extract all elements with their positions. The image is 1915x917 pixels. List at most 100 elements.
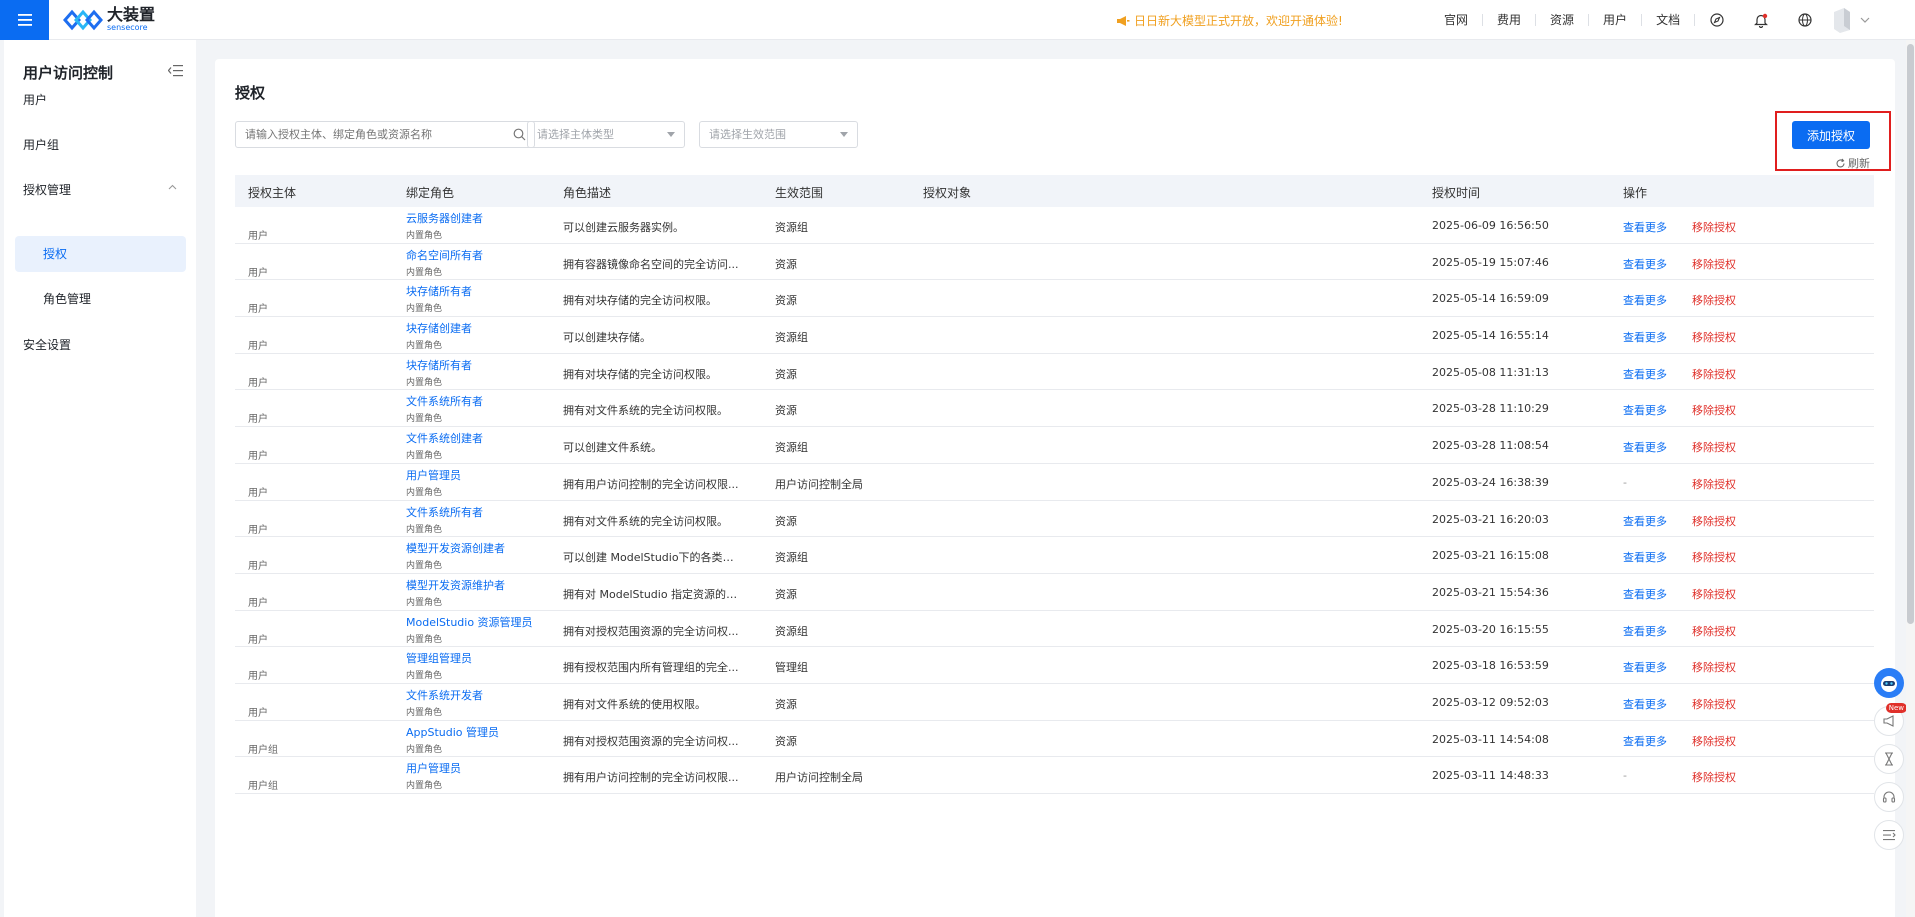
row-role-link[interactable]: 文件系统创建者 bbox=[406, 430, 483, 446]
collapse-sidebar-icon[interactable] bbox=[168, 64, 183, 77]
view-more-link[interactable]: 查看更多 bbox=[1623, 659, 1667, 675]
user-menu[interactable] bbox=[1830, 6, 1870, 34]
table-row: 用户 文件系统所有者 内置角色 拥有对文件系统的完全访问权限。 资源 2025-03-21… bbox=[235, 501, 1874, 538]
row-role-link[interactable]: 云服务器创建者 bbox=[406, 210, 483, 226]
row-role-link[interactable]: 用户管理员 bbox=[406, 760, 461, 776]
compass-button[interactable] bbox=[1695, 13, 1739, 27]
row-role-type: 内置角色 bbox=[406, 231, 443, 241]
sidebar-item-security[interactable]: 安全设置 bbox=[23, 336, 71, 353]
scope-select[interactable]: 请选择生效范围 bbox=[699, 121, 858, 148]
sidebar: 用户访问控制 用户 用户组 授权管理 授权 角色管理 安全设置 bbox=[4, 40, 196, 917]
row-role-link[interactable]: 用户管理员 bbox=[406, 467, 461, 483]
header-desc: 角色描述 bbox=[563, 186, 612, 200]
remove-authorization-link[interactable]: 移除授权 bbox=[1692, 769, 1736, 785]
language-button[interactable] bbox=[1783, 13, 1827, 27]
view-more-link[interactable]: 查看更多 bbox=[1623, 513, 1667, 529]
row-role-link[interactable]: 文件系统所有者 bbox=[406, 393, 483, 409]
row-role-link[interactable]: AppStudio 管理员 bbox=[406, 724, 499, 740]
add-authorization-button[interactable]: 添加授权 bbox=[1792, 121, 1870, 149]
row-subject: 用户 bbox=[248, 377, 268, 389]
view-more-link[interactable]: 查看更多 bbox=[1623, 696, 1667, 712]
history-button[interactable] bbox=[1874, 744, 1904, 774]
remove-authorization-link[interactable]: 移除授权 bbox=[1692, 733, 1736, 749]
view-more-link[interactable]: 查看更多 bbox=[1623, 256, 1667, 272]
row-time: 2025-03-12 09:52:03 bbox=[1432, 695, 1549, 709]
remove-authorization-link[interactable]: 移除授权 bbox=[1692, 292, 1736, 308]
remove-authorization-link[interactable]: 移除授权 bbox=[1692, 329, 1736, 345]
nav-resources[interactable]: 资源 bbox=[1536, 14, 1590, 26]
remove-authorization-link[interactable]: 移除授权 bbox=[1692, 586, 1736, 602]
search-icon[interactable] bbox=[513, 128, 526, 141]
table-row: 用户 管理组管理员 内置角色 拥有授权范围内所有管理组的完全... 管理组 2025-03… bbox=[235, 647, 1874, 684]
remove-authorization-link[interactable]: 移除授权 bbox=[1692, 256, 1736, 272]
header-role: 绑定角色 bbox=[406, 186, 455, 200]
remove-authorization-link[interactable]: 移除授权 bbox=[1692, 366, 1736, 382]
view-more-link[interactable]: 查看更多 bbox=[1623, 549, 1667, 565]
sidebar-item-auth[interactable]: 授权 bbox=[15, 236, 186, 272]
refresh-button[interactable]: 刷新 bbox=[1835, 155, 1870, 171]
notification-button[interactable] bbox=[1739, 13, 1783, 28]
view-more-link[interactable]: 查看更多 bbox=[1623, 219, 1667, 235]
remove-authorization-link[interactable]: 移除授权 bbox=[1692, 219, 1736, 235]
row-time: 2025-03-21 16:20:03 bbox=[1432, 512, 1549, 526]
page-title: 授权 bbox=[235, 84, 266, 102]
scrollbar-thumb[interactable] bbox=[1907, 44, 1914, 624]
view-more-link: - bbox=[1623, 475, 1627, 489]
row-role-link[interactable]: 文件系统开发者 bbox=[406, 687, 483, 703]
remove-authorization-link[interactable]: 移除授权 bbox=[1692, 549, 1736, 565]
announcement-float-button[interactable]: New bbox=[1874, 703, 1907, 736]
nav-docs[interactable]: 文档 bbox=[1642, 14, 1696, 26]
view-more-link[interactable]: 查看更多 bbox=[1623, 586, 1667, 602]
remove-authorization-link[interactable]: 移除授权 bbox=[1692, 659, 1736, 675]
search-input[interactable] bbox=[245, 128, 500, 141]
sidebar-item-roles[interactable]: 角色管理 bbox=[15, 281, 186, 317]
logo[interactable]: 大装置 sensecore bbox=[63, 7, 155, 32]
sidebar-item-groups[interactable]: 用户组 bbox=[23, 136, 59, 153]
row-time: 2025-05-19 15:07:46 bbox=[1432, 255, 1549, 269]
row-subject: 用户 bbox=[248, 304, 268, 316]
view-more-link[interactable]: 查看更多 bbox=[1623, 329, 1667, 345]
remove-authorization-link[interactable]: 移除授权 bbox=[1692, 513, 1736, 529]
row-role-link[interactable]: 文件系统所有者 bbox=[406, 504, 483, 520]
menu-button[interactable] bbox=[0, 0, 49, 40]
view-more-link[interactable]: 查看更多 bbox=[1623, 733, 1667, 749]
robot-icon bbox=[1881, 676, 1897, 692]
view-more-link[interactable]: 查看更多 bbox=[1623, 292, 1667, 308]
row-role-link[interactable]: 块存储所有者 bbox=[406, 283, 472, 299]
remove-authorization-link[interactable]: 移除授权 bbox=[1692, 696, 1736, 712]
row-role-link[interactable]: 块存储所有者 bbox=[406, 357, 472, 373]
scope-placeholder: 请选择生效范围 bbox=[709, 128, 786, 141]
row-role-link[interactable]: 管理组管理员 bbox=[406, 650, 472, 666]
assistant-button[interactable] bbox=[1874, 668, 1904, 698]
collapse-tools-button[interactable] bbox=[1874, 820, 1904, 850]
view-more-link[interactable]: 查看更多 bbox=[1623, 402, 1667, 418]
bell-icon bbox=[1754, 13, 1769, 28]
support-button[interactable] bbox=[1874, 782, 1904, 812]
remove-authorization-link[interactable]: 移除授权 bbox=[1692, 623, 1736, 639]
view-more-link[interactable]: 查看更多 bbox=[1623, 623, 1667, 639]
row-subject: 用户组 bbox=[248, 744, 278, 756]
row-role-link[interactable]: 命名空间所有者 bbox=[406, 247, 483, 263]
nav-users[interactable]: 用户 bbox=[1589, 14, 1643, 26]
view-more-link[interactable]: 查看更多 bbox=[1623, 366, 1667, 382]
chevron-up-icon[interactable] bbox=[168, 184, 177, 190]
announcement[interactable]: 日日新大模型正式开放，欢迎开通体验! bbox=[1116, 12, 1343, 29]
nav-billing[interactable]: 费用 bbox=[1483, 14, 1537, 26]
remove-authorization-link[interactable]: 移除授权 bbox=[1692, 439, 1736, 455]
view-more-link[interactable]: 查看更多 bbox=[1623, 439, 1667, 455]
row-role-type: 内置角色 bbox=[406, 671, 443, 682]
sidebar-item-auth-mgmt[interactable]: 授权管理 bbox=[23, 181, 71, 198]
row-subject: 用户 bbox=[248, 597, 268, 609]
remove-authorization-link[interactable]: 移除授权 bbox=[1692, 476, 1736, 492]
row-role-link[interactable]: 模型开发资源维护者 bbox=[406, 577, 505, 593]
row-role-link[interactable]: ModelStudio 资源管理员 bbox=[406, 614, 533, 630]
remove-authorization-link[interactable]: 移除授权 bbox=[1692, 402, 1736, 418]
row-role-link[interactable]: 模型开发资源创建者 bbox=[406, 540, 505, 556]
row-role-link[interactable]: 块存储创建者 bbox=[406, 320, 472, 336]
refresh-label: 刷新 bbox=[1848, 157, 1870, 170]
subject-type-select[interactable]: 请选择主体类型 bbox=[527, 121, 685, 148]
sidebar-item-users[interactable]: 用户 bbox=[23, 91, 47, 108]
row-scope: 资源 bbox=[775, 697, 797, 711]
nav-website[interactable]: 官网 bbox=[1430, 14, 1484, 26]
row-description: 可以创建文件系统。 bbox=[563, 441, 662, 455]
